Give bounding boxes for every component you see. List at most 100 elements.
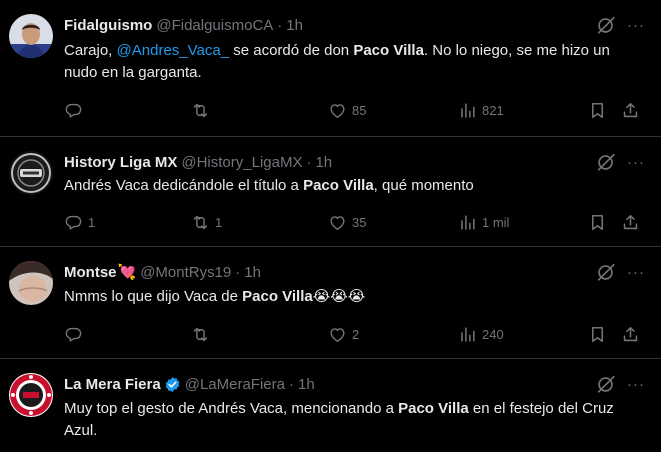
views-button[interactable]: 821 [458, 98, 504, 122]
view-count: 240 [482, 326, 504, 342]
view-count: 821 [482, 102, 504, 118]
author-name[interactable]: Fidalguismo [64, 17, 152, 34]
text-segment: Nmms lo que dijo Vaca de [64, 288, 243, 305]
heart-arrow-emoji: 💘 [117, 264, 137, 281]
bold-text: Paco Villa [303, 177, 374, 194]
author-name[interactable]: History Liga MX [64, 154, 177, 171]
author-name[interactable]: La Mera Fiera [64, 376, 161, 393]
more-options-button[interactable]: ··· [625, 14, 647, 36]
share-button[interactable] [621, 210, 640, 234]
grok-icon[interactable] [595, 14, 617, 36]
like-button[interactable]: 35 [328, 210, 366, 234]
avatar[interactable] [9, 261, 53, 305]
like-button[interactable]: 2 [328, 322, 359, 346]
avatar[interactable] [9, 14, 53, 58]
retweet-button[interactable]: 1 [191, 210, 222, 234]
reply-icon [64, 101, 83, 120]
views-icon [458, 213, 477, 232]
reply-button[interactable] [64, 322, 88, 346]
tweet-header: Montse 💘 @MontRys19 · 1h [64, 262, 601, 282]
tweet-header: Fidalguismo @FidalguismoCA · 1h [64, 15, 601, 35]
author-handle[interactable]: @MontRys19 [140, 264, 231, 281]
bookmark-button[interactable] [588, 210, 607, 234]
author-handle[interactable]: @LaMeraFiera [185, 376, 285, 393]
heart-icon [328, 325, 347, 344]
views-button[interactable]: 1 mil [458, 210, 509, 234]
separator-dot: · [306, 153, 312, 171]
author-name[interactable]: Montse [64, 264, 117, 281]
share-button[interactable] [621, 322, 640, 346]
action-bar: 2 240 [58, 322, 651, 346]
bookmark-icon [588, 325, 607, 344]
views-button[interactable]: 240 [458, 322, 504, 346]
tweet-card[interactable]: Montse 💘 @MontRys19 · 1h ··· Nmms lo que … [0, 247, 661, 359]
author-handle[interactable]: @FidalguismoCA [156, 17, 273, 34]
reply-count: 1 [88, 214, 96, 230]
tweet-text: Nmms lo que dijo Vaca de Paco Villa😭😭😭 [64, 286, 645, 308]
separator-dot: · [277, 16, 283, 34]
share-icon [621, 213, 640, 232]
bold-text: Paco Villa [242, 288, 313, 305]
reply-button[interactable]: 1 [64, 210, 95, 234]
views-icon [458, 101, 477, 120]
more-options-button[interactable]: ··· [625, 261, 647, 283]
tweet-card[interactable]: Fidalguismo @FidalguismoCA · 1h ··· Cara… [0, 0, 661, 137]
action-bar: 1 1 35 1 mil [58, 210, 651, 234]
like-count: 35 [352, 214, 367, 230]
tweet-header: La Mera Fiera @LaMeraFiera · 1h [64, 374, 601, 394]
share-button[interactable] [621, 98, 640, 122]
retweet-icon [191, 101, 210, 120]
crying-emojis: 😭😭😭 [312, 288, 366, 305]
bookmark-icon [588, 213, 607, 232]
like-count: 2 [352, 326, 360, 342]
tweet-card[interactable]: La Mera Fiera @LaMeraFiera · 1h ··· Muy … [0, 359, 661, 452]
reply-button[interactable] [64, 98, 88, 122]
verified-badge-icon [164, 376, 181, 393]
retweet-button[interactable] [191, 322, 215, 346]
text-segment: Muy top el gesto de Andrés Vaca, mencion… [64, 400, 399, 417]
tweet-text: Andrés Vaca dedicándole el título a Paco… [64, 175, 645, 197]
like-button[interactable]: 85 [328, 98, 366, 122]
bookmark-button[interactable] [588, 322, 607, 346]
reply-icon [64, 325, 83, 344]
heart-icon [328, 213, 347, 232]
timestamp[interactable]: 1h [298, 376, 315, 393]
tweet-text: Muy top el gesto de Andrés Vaca, mencion… [64, 398, 645, 442]
heart-icon [328, 101, 347, 120]
bookmark-icon [588, 101, 607, 120]
avatar[interactable] [9, 373, 53, 417]
reply-icon [64, 213, 83, 232]
tweet-text: Carajo, @Andres_Vaca_ se acordó de don P… [64, 40, 645, 84]
grok-icon[interactable] [595, 261, 617, 283]
author-handle[interactable]: @History_LigaMX [181, 154, 302, 171]
bold-text: Paco Villa [398, 400, 469, 417]
separator-dot: · [288, 375, 294, 393]
share-icon [621, 325, 640, 344]
more-options-button[interactable]: ··· [625, 151, 647, 173]
tweet-header: History Liga MX @History_LigaMX · 1h [64, 152, 601, 172]
timestamp[interactable]: 1h [244, 264, 261, 281]
more-options-button[interactable]: ··· [625, 373, 647, 395]
timestamp[interactable]: 1h [286, 17, 303, 34]
retweet-icon [191, 213, 210, 232]
views-icon [458, 325, 477, 344]
grok-icon[interactable] [595, 373, 617, 395]
separator-dot: · [235, 263, 241, 281]
text-segment: Carajo, [64, 42, 117, 59]
text-segment: se acordó de don [229, 42, 354, 59]
tweet-card[interactable]: History Liga MX @History_LigaMX · 1h ···… [0, 137, 661, 247]
timestamp[interactable]: 1h [315, 154, 332, 171]
text-segment: , qué momento [373, 177, 474, 194]
like-count: 85 [352, 102, 367, 118]
bookmark-button[interactable] [588, 98, 607, 122]
retweet-button[interactable] [191, 98, 215, 122]
text-segment: Andrés Vaca dedicándole el título a [64, 177, 304, 194]
grok-icon[interactable] [595, 151, 617, 173]
mention-link[interactable]: @Andres_Vaca_ [117, 42, 230, 59]
action-bar: 85 821 [58, 98, 651, 122]
avatar[interactable] [9, 151, 53, 195]
share-icon [621, 101, 640, 120]
view-count: 1 mil [482, 214, 510, 230]
retweet-icon [191, 325, 210, 344]
retweet-count: 1 [215, 214, 223, 230]
